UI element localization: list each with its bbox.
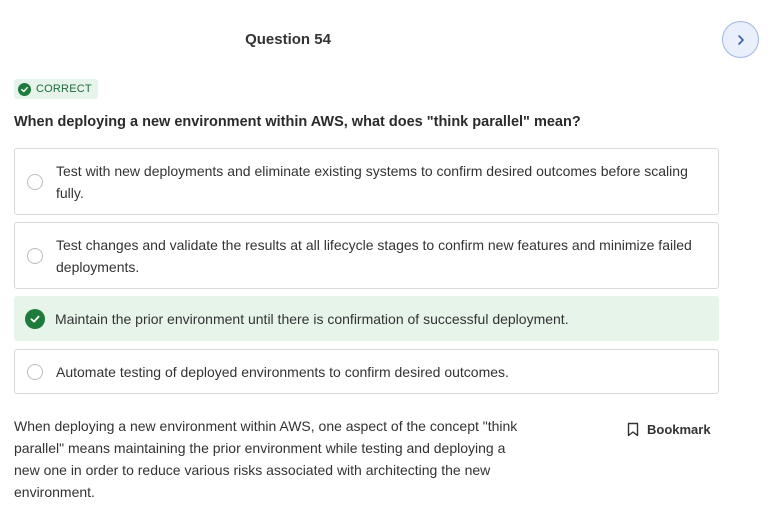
check-circle-icon bbox=[18, 82, 31, 96]
status-badge: CORRECT bbox=[14, 79, 98, 99]
radio-button[interactable] bbox=[27, 363, 43, 380]
quiz-page: Question 54 CORRECT When deploying a new… bbox=[0, 0, 775, 507]
answer-option-4[interactable]: Automate testing of deployed environment… bbox=[14, 349, 719, 394]
chevron-right-icon bbox=[737, 34, 744, 45]
check-circle-icon[interactable] bbox=[25, 308, 45, 329]
next-question-button[interactable] bbox=[722, 21, 759, 58]
answer-option-1[interactable]: Test with new deployments and eliminate … bbox=[14, 148, 719, 215]
answer-option-text: Automate testing of deployed environment… bbox=[56, 363, 509, 380]
answer-option-text: Maintain the prior environment until the… bbox=[55, 310, 569, 327]
status-badge-label: CORRECT bbox=[36, 83, 92, 95]
question-text: When deploying a new environment within … bbox=[14, 114, 581, 130]
answer-option-3[interactable]: Maintain the prior environment until the… bbox=[14, 296, 719, 341]
radio-button[interactable] bbox=[27, 247, 43, 264]
answer-option-text: Test changes and validate the results at… bbox=[56, 236, 692, 275]
bookmark-icon bbox=[627, 422, 639, 437]
answer-option-2[interactable]: Test changes and validate the results at… bbox=[14, 222, 719, 289]
answer-option-text: Test with new deployments and eliminate … bbox=[56, 162, 688, 201]
bookmark-button[interactable]: Bookmark bbox=[627, 422, 711, 437]
bookmark-label: Bookmark bbox=[647, 422, 711, 437]
radio-button[interactable] bbox=[27, 173, 43, 190]
answer-explanation: When deploying a new environment within … bbox=[14, 418, 518, 500]
question-title: Question 54 bbox=[245, 31, 331, 48]
